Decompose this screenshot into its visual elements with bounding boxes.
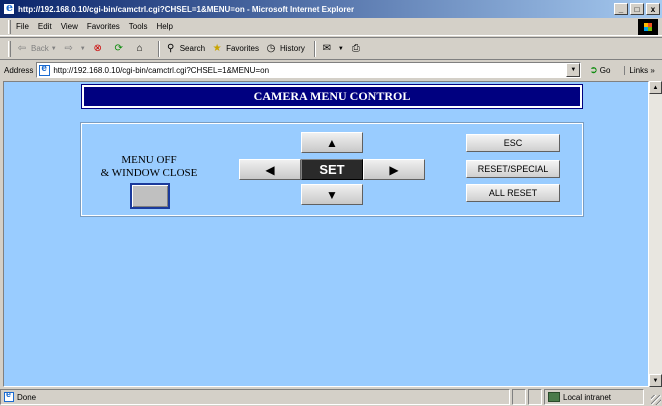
mail-icon: ✉ xyxy=(322,43,332,54)
back-arrow-icon: ⇦ xyxy=(17,43,27,54)
print-icon: ⎙ xyxy=(351,43,360,54)
status-text: Done xyxy=(17,392,37,402)
up-button[interactable]: ▲ xyxy=(301,132,363,153)
stop-button[interactable]: ⊗ xyxy=(91,42,107,56)
mail-dropdown-icon[interactable]: ▼ xyxy=(338,46,344,52)
intranet-icon xyxy=(548,392,560,402)
back-label: Back xyxy=(31,44,49,53)
search-icon: ⚲ xyxy=(167,43,175,54)
menubar-grip[interactable] xyxy=(8,19,11,34)
scroll-up-icon[interactable]: ▲ xyxy=(649,81,662,94)
ie-icon xyxy=(3,1,15,15)
scroll-down-icon[interactable]: ▼ xyxy=(649,374,662,387)
window-title: http://192.168.0.10/cgi-bin/camctrl.cgi?… xyxy=(18,4,355,14)
set-button[interactable]: SET xyxy=(301,159,363,180)
print-button[interactable]: ⎙ xyxy=(349,42,365,56)
go-button[interactable]: ➲ Go xyxy=(589,65,610,76)
page-title: CAMERA MENU CONTROL xyxy=(81,84,583,109)
vertical-scrollbar[interactable]: ▲ ▼ xyxy=(649,81,662,387)
menu-edit[interactable]: Edit xyxy=(38,22,52,31)
window-controls: _ □ x xyxy=(614,3,660,15)
menu-off-line1: MENU OFF xyxy=(121,154,177,166)
status-bar: Done Local intranet xyxy=(0,388,662,406)
links-button[interactable]: Links » xyxy=(624,65,655,75)
maximize-button[interactable]: □ xyxy=(630,3,644,15)
address-dropdown-icon[interactable]: ▼ xyxy=(566,63,581,77)
menu-off-label: MENU OFF & WINDOW CLOSE xyxy=(84,154,214,180)
minimize-button[interactable]: _ xyxy=(614,3,628,15)
favorites-button[interactable]: ★ Favorites xyxy=(210,42,259,56)
page-content: CAMERA MENU CONTROL MENU OFF & WINDOW CL… xyxy=(3,81,649,387)
toolbar-separator-2 xyxy=(313,40,316,57)
right-arrow-icon: ▶ xyxy=(389,162,399,177)
forward-arrow-icon: ⇨ xyxy=(64,43,73,54)
esc-button[interactable]: ESC xyxy=(466,134,560,152)
security-zone[interactable]: Local intranet xyxy=(544,389,644,405)
home-icon: ⌂ xyxy=(136,43,143,54)
menu-bar: File Edit View Favorites Tools Help xyxy=(0,18,662,36)
close-window-button[interactable]: x xyxy=(646,3,660,15)
history-button[interactable]: ◷ History xyxy=(264,42,305,56)
window-title-bar[interactable]: http://192.168.0.10/cgi-bin/camctrl.cgi?… xyxy=(0,0,662,18)
refresh-icon: ⟳ xyxy=(114,43,123,54)
history-label: History xyxy=(279,44,305,53)
menu-favorites[interactable]: Favorites xyxy=(87,22,120,31)
forward-dropdown-icon[interactable]: ▼ xyxy=(80,46,86,52)
windows-logo-icon xyxy=(638,19,658,35)
menu-off-line2: & WINDOW CLOSE xyxy=(100,167,198,179)
mail-button[interactable]: ✉ ▼ xyxy=(320,42,344,56)
favorites-icon: ★ xyxy=(212,43,222,54)
status-cell-2 xyxy=(528,389,542,405)
menu-help[interactable]: Help xyxy=(156,22,172,31)
status-cell-1 xyxy=(512,389,526,405)
reset-special-button[interactable]: RESET/SPECIAL xyxy=(466,160,560,178)
down-arrow-icon: ▼ xyxy=(326,187,338,202)
menu-off-close-button[interactable] xyxy=(130,183,170,209)
go-arrow-icon: ➲ xyxy=(589,64,598,76)
toolbar-separator xyxy=(157,40,160,57)
refresh-button[interactable]: ⟳ xyxy=(112,42,128,56)
home-button[interactable]: ⌂ xyxy=(133,42,149,56)
history-icon: ◷ xyxy=(266,43,276,54)
status-message: Done xyxy=(0,389,510,405)
forward-button[interactable]: ⇨ ▼ xyxy=(62,42,86,56)
page-icon xyxy=(39,63,51,76)
zone-label: Local intranet xyxy=(563,392,612,402)
status-page-icon xyxy=(4,389,14,402)
menu-view[interactable]: View xyxy=(61,22,78,31)
favorites-label: Favorites xyxy=(226,44,259,53)
search-button[interactable]: ⚲ Search xyxy=(164,42,205,56)
address-label: Address xyxy=(4,65,34,75)
resize-grip[interactable] xyxy=(651,395,661,405)
menu-file[interactable]: File xyxy=(16,22,29,31)
left-arrow-icon: ◀ xyxy=(265,162,275,177)
back-button[interactable]: ⇦ Back ▼ xyxy=(15,42,57,56)
toolbar-grip[interactable] xyxy=(8,40,11,57)
toolbar: ⇦ Back ▼ ⇨ ▼ ⊗ ⟳ ⌂ ⚲ Search ★ Favorites … xyxy=(0,37,662,60)
back-dropdown-icon[interactable]: ▼ xyxy=(51,46,57,52)
right-button[interactable]: ▶ xyxy=(363,159,425,180)
all-reset-button[interactable]: ALL RESET xyxy=(466,184,560,202)
down-button[interactable]: ▼ xyxy=(301,184,363,205)
go-label: Go xyxy=(599,65,611,75)
address-input[interactable]: http://192.168.0.10/cgi-bin/camctrl.cgi?… xyxy=(36,62,582,78)
up-arrow-icon: ▲ xyxy=(326,135,338,150)
menu-tools[interactable]: Tools xyxy=(129,22,148,31)
address-url: http://192.168.0.10/cgi-bin/camctrl.cgi?… xyxy=(53,65,270,75)
address-bar: Address http://192.168.0.10/cgi-bin/camc… xyxy=(0,60,662,80)
stop-icon: ⊗ xyxy=(93,43,102,54)
search-label: Search xyxy=(179,44,206,53)
left-button[interactable]: ◀ xyxy=(239,159,301,180)
